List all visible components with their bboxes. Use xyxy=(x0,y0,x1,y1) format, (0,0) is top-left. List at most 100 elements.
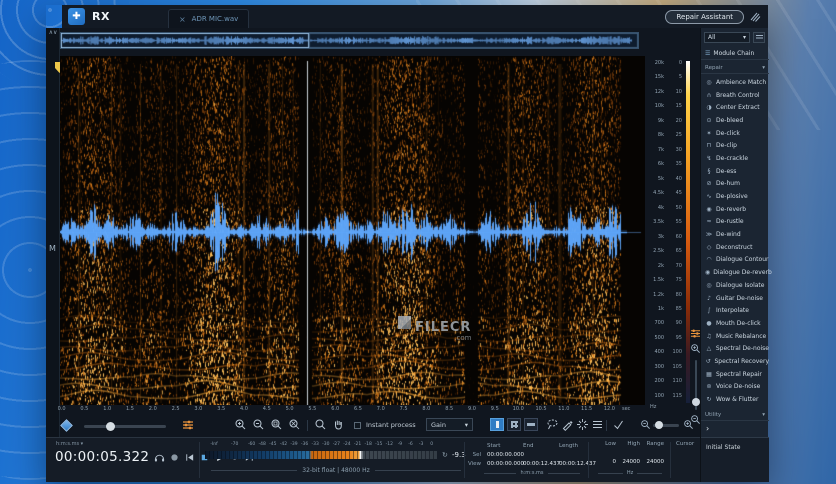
freq-low-value[interactable]: 0 xyxy=(594,459,617,468)
view-start-value[interactable]: 00:00:00.000 xyxy=(484,461,524,467)
freq-range-value[interactable]: 24000 xyxy=(640,459,665,468)
brush-tool-icon[interactable] xyxy=(561,418,574,431)
legend-tick: 55 xyxy=(675,219,682,226)
overview-minimap[interactable] xyxy=(60,32,639,49)
zoom-all-icon[interactable] xyxy=(288,418,301,431)
history-entry[interactable]: Initial State xyxy=(701,438,769,451)
zoom-in-icon[interactable] xyxy=(234,418,247,431)
frequency-selection-info: Low High Range 0 24000 24000 xyxy=(594,441,664,468)
view-end-value[interactable]: 00:00:12.437 xyxy=(520,461,560,467)
freq-high-value[interactable]: 24000 xyxy=(616,459,641,468)
module-preset-select[interactable]: Gain ▾ xyxy=(426,418,473,431)
module-item[interactable]: ♪ Guitar De-noise xyxy=(701,292,769,305)
panel-menu-button[interactable] xyxy=(753,32,765,43)
frequency-tick: 500 xyxy=(654,334,664,341)
meter-scale-tick: -24 xyxy=(343,442,351,447)
time-format-label[interactable]: h:m:s.ms ▾ xyxy=(56,441,83,447)
playhead-time-display[interactable]: 00:00:05.322 xyxy=(55,449,149,465)
blend-diamond-icon[interactable] xyxy=(60,419,73,432)
sel-end-header: End xyxy=(523,442,534,449)
module-item[interactable]: ◉ De-reverb xyxy=(701,203,769,216)
module-item[interactable]: ≫ De-wind xyxy=(701,228,769,241)
monitor-headphones-icon[interactable] xyxy=(154,452,165,463)
utility-section-label: Utility xyxy=(705,412,722,418)
meter-reset-icon[interactable]: ↻ xyxy=(442,451,448,459)
module-chain-item[interactable]: ☰ Module Chain xyxy=(701,47,769,60)
vertical-zoom-handle[interactable] xyxy=(692,398,700,406)
module-icon: ◇ xyxy=(706,243,712,251)
section-header-repair[interactable]: Repair ▾ xyxy=(701,63,769,74)
module-item[interactable]: ↯ De-crackle xyxy=(701,152,769,165)
module-item[interactable]: ↺ Spectral Recovery xyxy=(701,355,769,368)
module-item[interactable]: § De-ess xyxy=(701,165,769,178)
sel-start-value[interactable]: 00:00:00.000 xyxy=(484,452,524,458)
file-tab[interactable]: × ADR MIC.wav xyxy=(167,9,250,28)
spectrogram-settings-icon-2[interactable] xyxy=(182,419,194,431)
module-item[interactable]: ● Mouth De-click xyxy=(701,317,769,330)
zoom-in-horizontal-icon[interactable] xyxy=(683,419,694,430)
magic-wand-tool-icon[interactable] xyxy=(576,418,589,431)
skip-to-start-button[interactable] xyxy=(184,452,195,463)
collapse-icon[interactable]: ∧∨ xyxy=(48,30,58,36)
view-waveform-button[interactable] xyxy=(524,418,538,431)
legend-tick: 10 xyxy=(675,88,682,95)
chevron-down-icon: ▾ xyxy=(762,65,765,71)
module-item[interactable]: ◉ Dialogue De-reverb xyxy=(701,266,772,279)
module-item[interactable]: ∩ Breath Control xyxy=(701,89,769,102)
instant-process-checkbox[interactable] xyxy=(354,422,361,429)
section-header-utility[interactable]: Utility ▾ xyxy=(701,410,769,421)
horizontal-zoom-handle[interactable] xyxy=(655,421,663,429)
module-icon: △ xyxy=(706,345,712,353)
module-item[interactable]: ⊙ De-bleed xyxy=(701,114,769,127)
module-item[interactable]: ♫ Music Rebalance xyxy=(701,330,769,343)
tab-close-icon[interactable]: × xyxy=(179,15,186,24)
module-item[interactable]: ≈ De-rustle xyxy=(701,216,769,229)
assistant-settings-icon[interactable] xyxy=(749,10,761,22)
view-spectrogram-button[interactable] xyxy=(490,418,504,431)
freehand-tool-icon[interactable] xyxy=(612,418,625,431)
zoom-out-icon[interactable] xyxy=(252,418,265,431)
module-item[interactable]: ◇ Deconstruct xyxy=(701,241,769,254)
utility-expand-arrow[interactable]: › xyxy=(706,424,709,433)
lasso-tool-icon[interactable] xyxy=(546,418,559,431)
minimap-canvas[interactable] xyxy=(61,33,638,48)
module-item[interactable]: ◎ Ambience Match xyxy=(701,76,769,89)
module-item[interactable]: ⊚ Voice De-noise xyxy=(701,381,769,394)
harmonics-tool-icon[interactable] xyxy=(591,418,604,431)
frequency-ruler[interactable]: 20k 15k 12k 10k 9k 8k 7k 6k 5k 4.5k 4k 3.5k 3k 2.5k 2k… xyxy=(642,61,664,399)
spectrogram-canvas[interactable] xyxy=(60,56,645,405)
record-button[interactable] xyxy=(169,452,180,463)
frequency-tick: 2k xyxy=(657,262,664,269)
time-ruler[interactable]: sec 0.0 0.5 1.0 1.5 2.0 2.5 3.0 3.5 4.0 4.5 5.0 5.5… xyxy=(58,406,642,416)
legend-tick: 50 xyxy=(675,204,682,211)
module-item[interactable]: ◎ Dialogue Isolate xyxy=(701,279,769,292)
view-length-value[interactable]: 00:00:12.437 xyxy=(556,461,596,467)
view-blend-button[interactable] xyxy=(507,418,521,431)
module-item[interactable]: ↻ Wow & Flutter xyxy=(701,393,769,406)
module-item[interactable]: ▦ Spectral Repair xyxy=(701,368,769,381)
module-item[interactable]: ∿ De-plosive xyxy=(701,190,769,203)
module-item[interactable]: ◠ Dialogue Contour xyxy=(701,254,769,267)
module-filter-select[interactable]: All ▾ xyxy=(704,32,750,43)
zoom-out-horizontal-icon[interactable] xyxy=(640,419,651,430)
blend-slider[interactable] xyxy=(84,425,166,428)
module-item[interactable]: △ Spectral De-noise xyxy=(701,342,769,355)
magnify-tool-icon[interactable] xyxy=(314,418,327,431)
module-item[interactable]: ⊓ De-clip xyxy=(701,139,769,152)
level-meter-bar[interactable] xyxy=(205,451,437,459)
module-item[interactable]: ✶ De-click xyxy=(701,127,769,140)
frequency-tick: 3k xyxy=(657,233,664,240)
frequency-tick: 100 xyxy=(654,392,664,399)
meter-scale-tick: -45 xyxy=(269,442,277,447)
module-item[interactable]: ⊘ De-hum xyxy=(701,178,769,191)
time-tick: 8.5 xyxy=(445,406,454,412)
module-item[interactable]: ◑ Center Extract xyxy=(701,101,769,114)
module-item[interactable]: ∫ Interpolate xyxy=(701,304,769,317)
hand-tool-icon[interactable] xyxy=(332,418,345,431)
zoom-selection-icon[interactable] xyxy=(270,418,283,431)
sel-row-label: Sel xyxy=(472,451,481,458)
module-icon: ⊘ xyxy=(706,180,712,188)
repair-assistant-button[interactable]: Repair Assistant xyxy=(665,9,744,24)
blend-slider-handle[interactable] xyxy=(106,422,115,431)
time-tick: 9.0 xyxy=(468,406,476,412)
